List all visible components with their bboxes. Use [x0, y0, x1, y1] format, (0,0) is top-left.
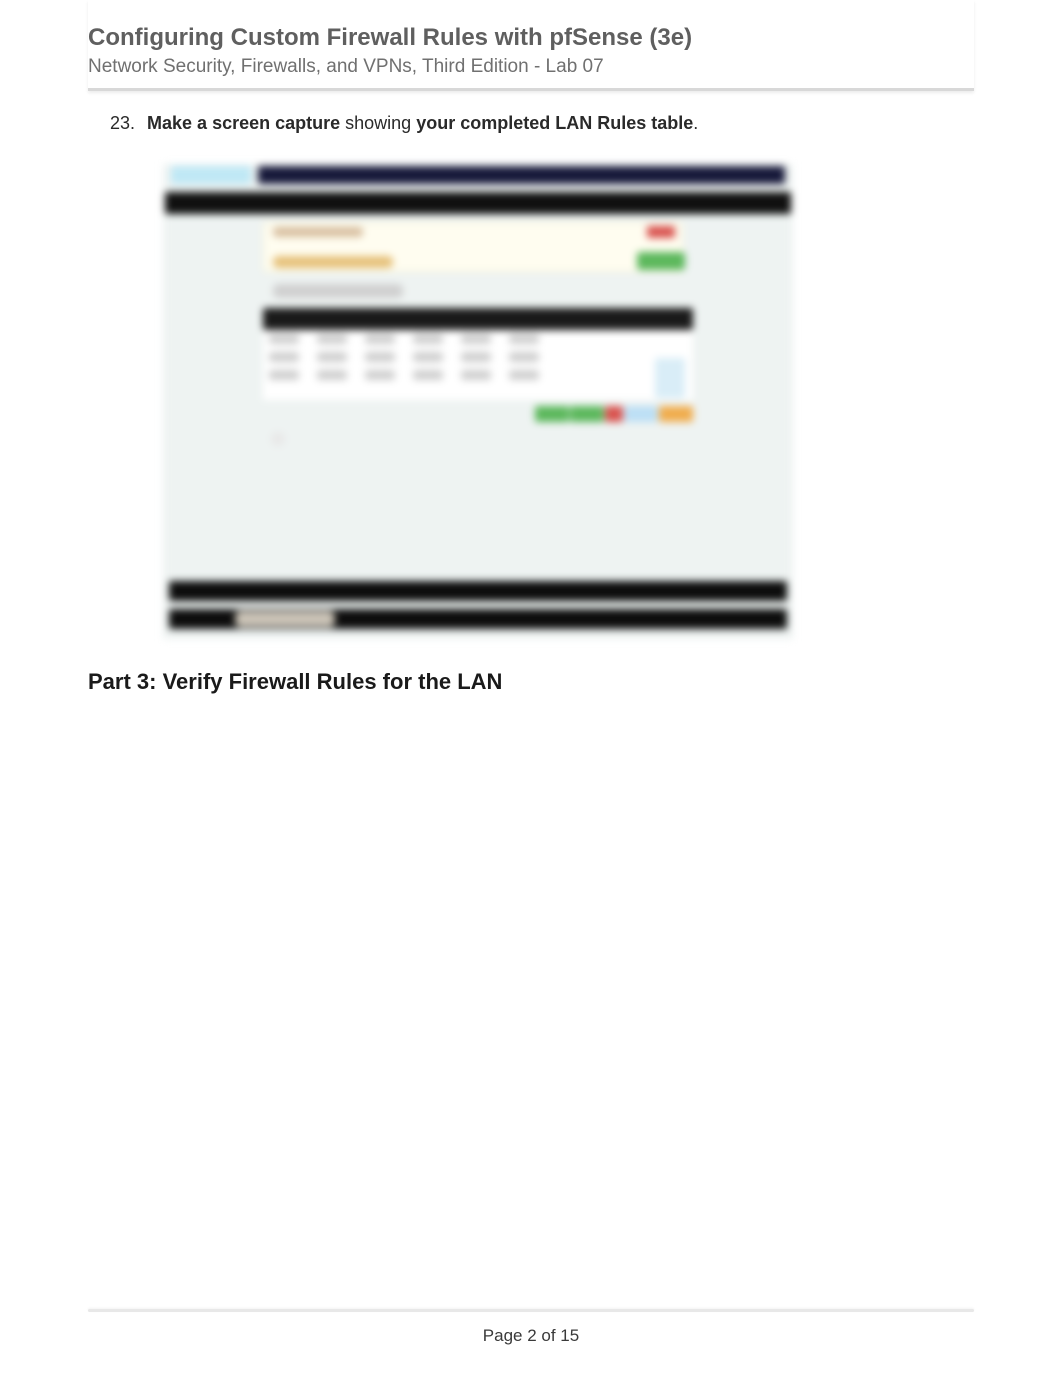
page-footer: Page 2 of 15	[88, 1309, 974, 1346]
lan-rules-screenshot-placeholder	[163, 164, 793, 639]
instruction-middle: showing	[340, 113, 416, 133]
item-number: 23.	[110, 113, 147, 134]
instruction-bold-suffix: your completed LAN Rules table	[416, 113, 693, 133]
footer-divider	[88, 1309, 974, 1312]
section-heading-part3: Part 3: Verify Firewall Rules for the LA…	[88, 669, 974, 695]
page-number: Page 2 of 15	[88, 1326, 974, 1346]
item-text: Make a screen capture showing your compl…	[147, 113, 974, 134]
document-title: Configuring Custom Firewall Rules with p…	[88, 24, 974, 52]
instruction-item-23: 23. Make a screen capture showing your c…	[110, 113, 974, 134]
instruction-list: 23. Make a screen capture showing your c…	[88, 113, 974, 134]
document-subtitle: Network Security, Firewalls, and VPNs, T…	[88, 56, 974, 78]
instruction-bold-prefix: Make a screen capture	[147, 113, 340, 133]
instruction-period: .	[693, 113, 698, 133]
document-header: Configuring Custom Firewall Rules with p…	[88, 0, 974, 91]
